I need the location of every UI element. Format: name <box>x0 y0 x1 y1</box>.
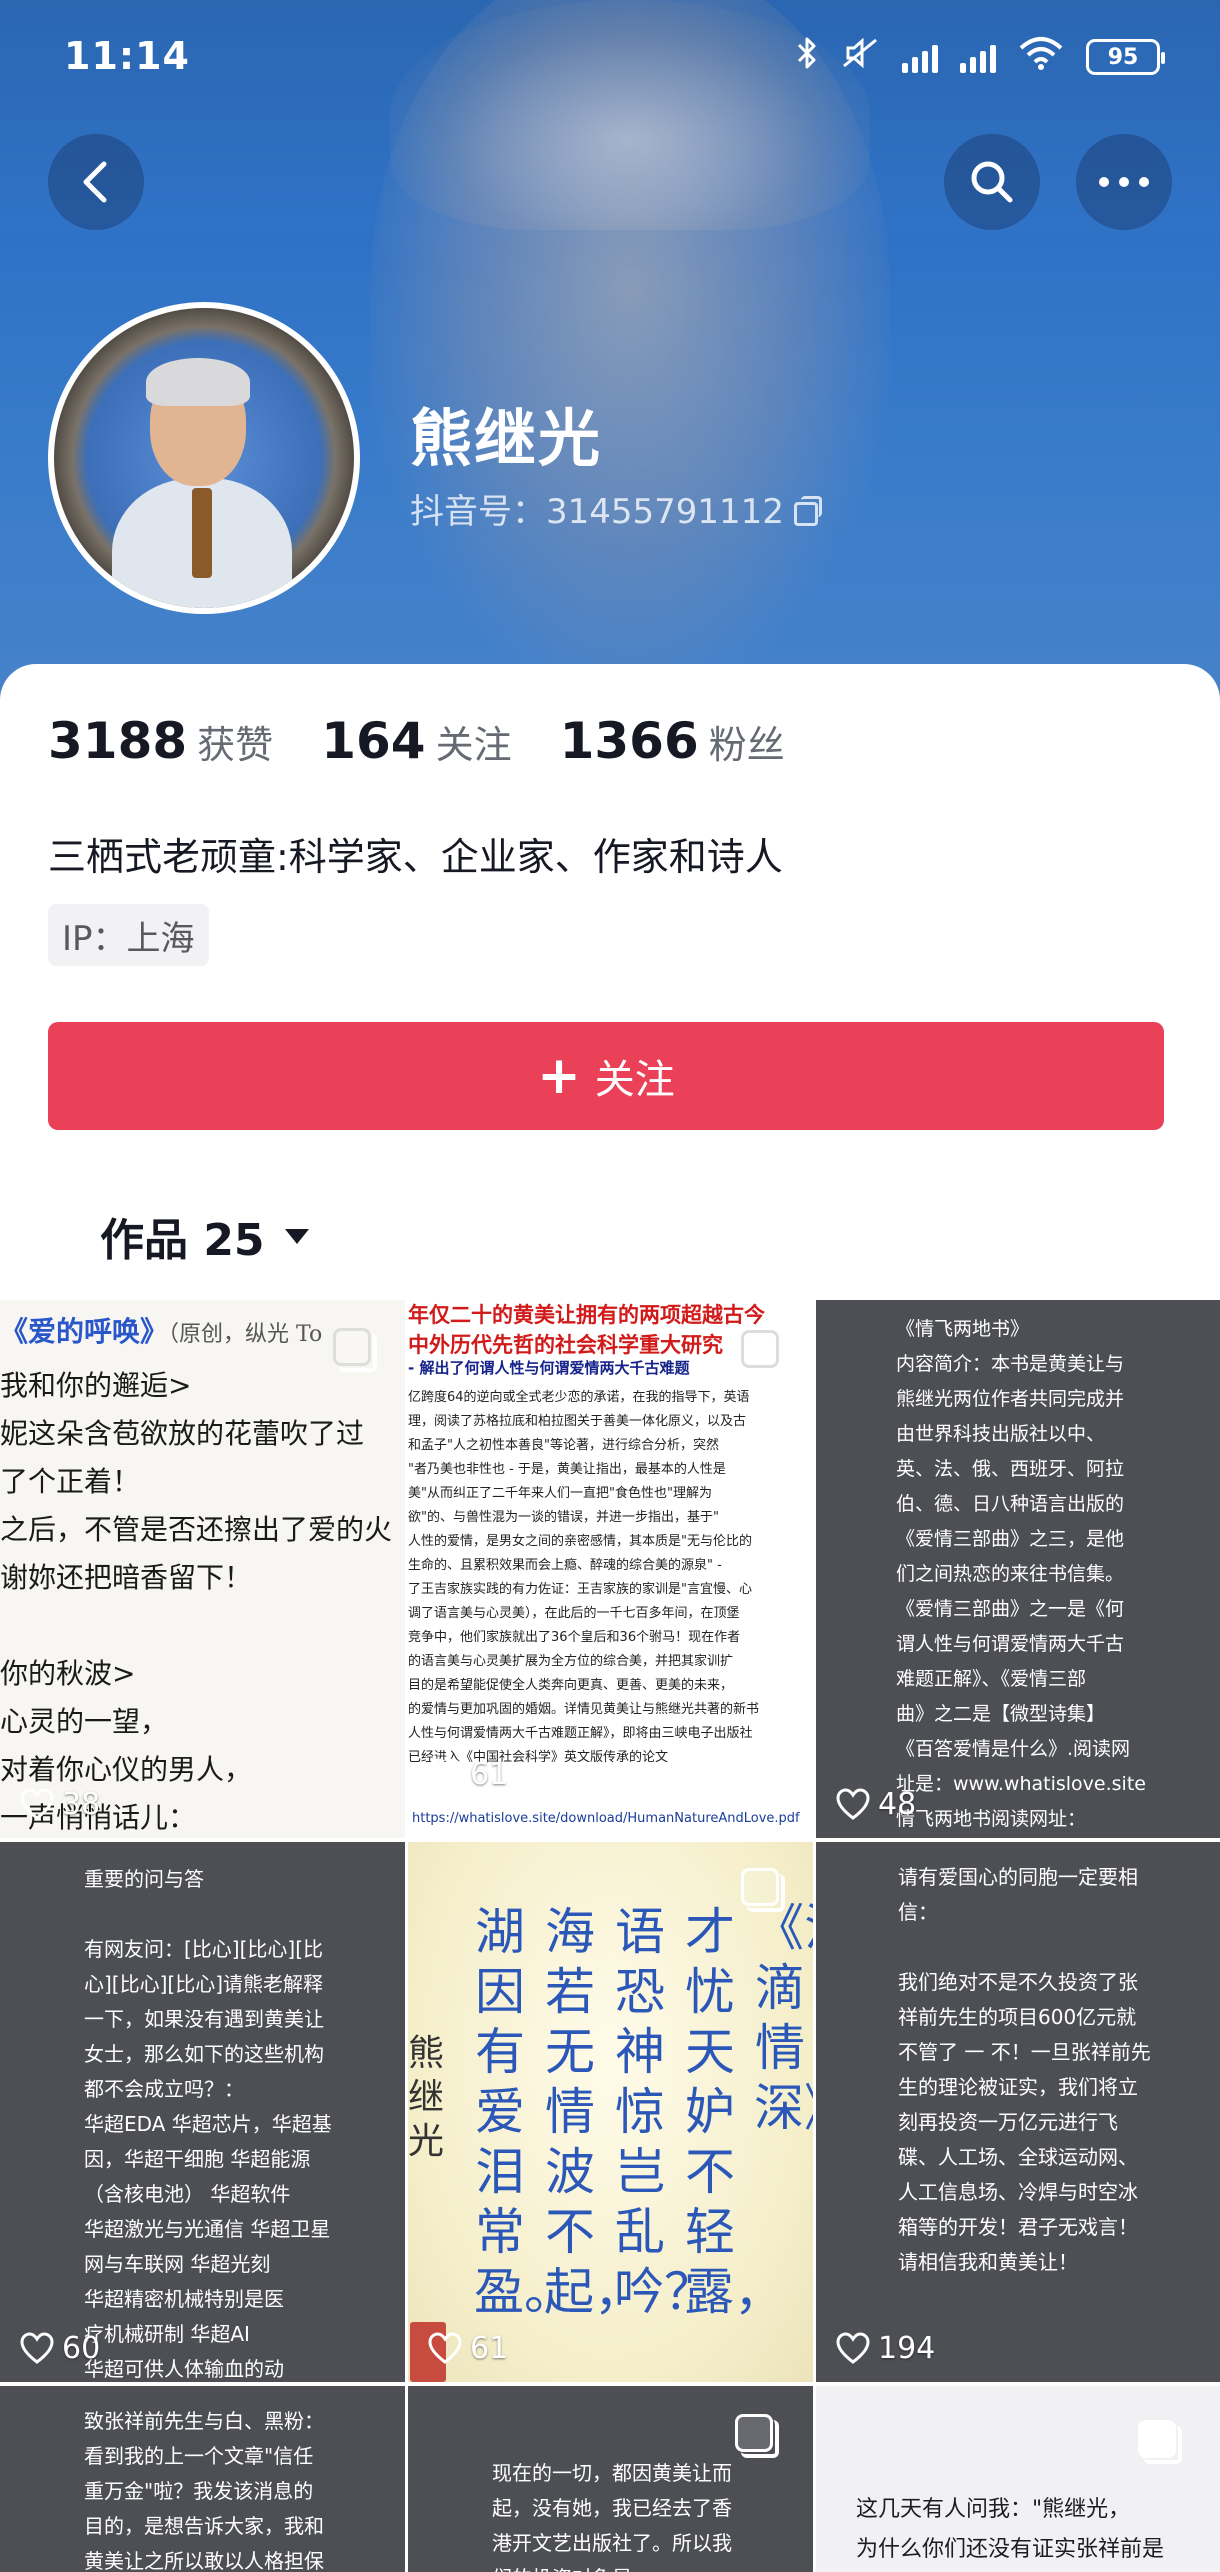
status-time: 11:14 <box>64 34 190 78</box>
profile-name: 熊继光 <box>410 402 603 475</box>
follow-button[interactable]: + 关注 <box>48 1022 1164 1130</box>
more-icon <box>1099 177 1149 187</box>
signal-icon <box>902 41 938 73</box>
back-button[interactable] <box>48 134 144 230</box>
video-tile[interactable]: 重要的问与答 有网友问：[比心][比心][比 心][比心][比心]请熊老解释 一… <box>0 1842 405 2382</box>
heart-icon <box>428 2331 462 2364</box>
chevron-left-icon <box>83 161 107 203</box>
video-tile[interactable]: 致张祥前先生与白、黑粉： 看到我的上一个文章"信任 重万金"啦？我发该消息的 目… <box>0 2386 405 2572</box>
multi-image-icon <box>333 1328 377 1372</box>
stat-value: 3188 <box>48 712 188 770</box>
tile-text: 重要的问与答 有网友问：[比心][比心][比 心][比心][比心]请熊老解释 一… <box>84 1867 332 2381</box>
tile-text: 这几天有人问我："熊继光， 为什么你们还没有证实张祥前是 <box>856 2497 1165 2562</box>
multi-image-icon <box>741 1868 785 1912</box>
stat-followers[interactable]: 1366 粉丝 <box>560 712 785 770</box>
calligraphy-signature: 熊继光 <box>408 2033 444 2162</box>
multi-image-icon <box>741 1330 785 1374</box>
signal-icon-2 <box>960 41 996 73</box>
profile-stats: 3188 获赞 164 关注 1366 粉丝 <box>48 712 785 770</box>
avatar-image <box>54 308 354 608</box>
heart-icon <box>20 1787 54 1820</box>
video-tile[interactable]: 《泪滴情深》 才忧天妒不轻露， 语恐神惊岂乱吟？ 海若无情波不起， 湖因有爱泪常… <box>408 1842 813 2382</box>
wifi-icon <box>1018 36 1064 78</box>
stat-label: 关注 <box>435 723 512 767</box>
bluetooth-icon <box>796 36 818 78</box>
video-tile[interactable]: 现在的一切，都因黄美让而 起，没有她，我已经去了香 港开文艺出版社了。所以我 们… <box>408 2386 813 2572</box>
heart-icon <box>428 1757 462 1790</box>
more-button[interactable] <box>1076 134 1172 230</box>
stat-value: 1366 <box>559 712 699 770</box>
tab-works-label: 作品 25 <box>100 1215 265 1266</box>
stat-label: 粉丝 <box>708 723 785 767</box>
tile-link: https://whatislove.site/download/HumanNa… <box>412 1811 800 1826</box>
douyin-id[interactable]: 抖音号：31455791112 <box>410 484 822 533</box>
mute-icon <box>840 36 880 78</box>
heart-icon <box>836 2331 870 2364</box>
like-count: 48 <box>836 1787 916 1822</box>
like-count: 61 <box>428 1757 508 1792</box>
copy-icon[interactable] <box>793 495 822 526</box>
tile-text: 我和你的邂逅> 妮这朵含苞欲放的花蕾吹了过 了个正着！ 之后，不管是否还擦出了爱… <box>0 1369 393 1834</box>
ip-location-tag: IP：上海 <box>48 904 209 966</box>
heart-icon <box>20 2331 54 2364</box>
video-tile[interactable]: 请有爱国心的同胞一定要相 信： 我们绝对不是不久投资了张 祥前先生的项目600亿… <box>816 1842 1220 2382</box>
tile-text: 请有爱国心的同胞一定要相 信： 我们绝对不是不久投资了张 祥前先生的项目600亿… <box>898 1865 1151 2274</box>
like-count: 38 <box>20 1787 100 1822</box>
search-button[interactable] <box>944 134 1040 230</box>
stat-likes[interactable]: 3188 获赞 <box>48 712 273 770</box>
like-count: 61 <box>428 2331 508 2366</box>
calligraphy-title: 《泪滴情深》 <box>754 1899 813 2137</box>
stat-value: 164 <box>321 712 426 770</box>
status-icons: 95 <box>796 36 1165 78</box>
tile-text: 亿跨度64的逆向或全式老少恋的承诺，在我的指导下，英语 理，阅读了苏格拉底和柏拉… <box>408 1390 760 1765</box>
video-tile[interactable]: 《情飞两地书》 内容简介：本书是黄美让与 熊继光两位作者共同完成并 由世界科技出… <box>816 1300 1220 1838</box>
calligraphy-line: 语恐神惊岂乱吟？ <box>614 1903 714 2321</box>
video-tile[interactable]: 年仅二十的黄美让拥有的两项超越古今 中外历代先哲的社会科学重大研究 - 解出了何… <box>408 1300 813 1838</box>
video-tile[interactable]: 这几天有人问我："熊继光， 为什么你们还没有证实张祥前是 <box>816 2386 1220 2572</box>
heart-icon <box>836 1787 870 1820</box>
calligraphy-line: 海若无情波不起， <box>544 1903 644 2321</box>
tile-text: 《情飞两地书》 内容简介：本书是黄美让与 熊继光两位作者共同完成并 由世界科技出… <box>896 1318 1146 1830</box>
avatar[interactable] <box>48 302 360 614</box>
search-icon <box>971 161 1013 203</box>
battery-icon: 95 <box>1086 39 1165 75</box>
douyin-id-text: 抖音号：31455791112 <box>410 492 784 532</box>
like-count: 194 <box>836 2331 935 2366</box>
multi-image-icon <box>1138 2420 1182 2464</box>
tile-text: 现在的一切，都因黄美让而 起，没有她，我已经去了香 港开文艺出版社了。所以我 们… <box>492 2461 732 2572</box>
calligraphy-line: 才忧天妒不轻露， <box>684 1903 784 2321</box>
tile-text: 致张祥前先生与白、黑粉： 看到我的上一个文章"信任 重万金"啦？我发该消息的 目… <box>84 2409 324 2572</box>
stat-following[interactable]: 164 关注 <box>321 712 511 770</box>
tab-works[interactable]: 作品 25 <box>100 1204 309 1268</box>
follow-label: 关注 <box>594 1057 675 1103</box>
status-bar: 11:14 95 <box>0 0 1220 120</box>
profile-card: 3188 获赞 164 关注 1366 粉丝 三栖式老顽童:科学家、企业家、作家和诗人… <box>0 664 1220 1304</box>
plus-icon: + <box>537 1046 581 1106</box>
like-count: 60 <box>20 2331 100 2366</box>
profile-bio: 三栖式老顽童:科学家、企业家、作家和诗人 <box>48 835 783 879</box>
caret-down-icon <box>284 1228 309 1244</box>
stat-label: 获赞 <box>197 723 274 767</box>
calligraphy-line: 湖因有爱泪常盈。 <box>474 1903 574 2321</box>
works-grid: 《爱的呼唤》（原创，纵光 To 我和你的邂逅> 妮这朵含苞欲放的花蕾吹了过 了个… <box>0 1300 1220 2572</box>
video-tile[interactable]: 《爱的呼唤》（原创，纵光 To 我和你的邂逅> 妮这朵含苞欲放的花蕾吹了过 了个… <box>0 1300 405 1838</box>
multi-image-icon <box>735 2414 779 2458</box>
